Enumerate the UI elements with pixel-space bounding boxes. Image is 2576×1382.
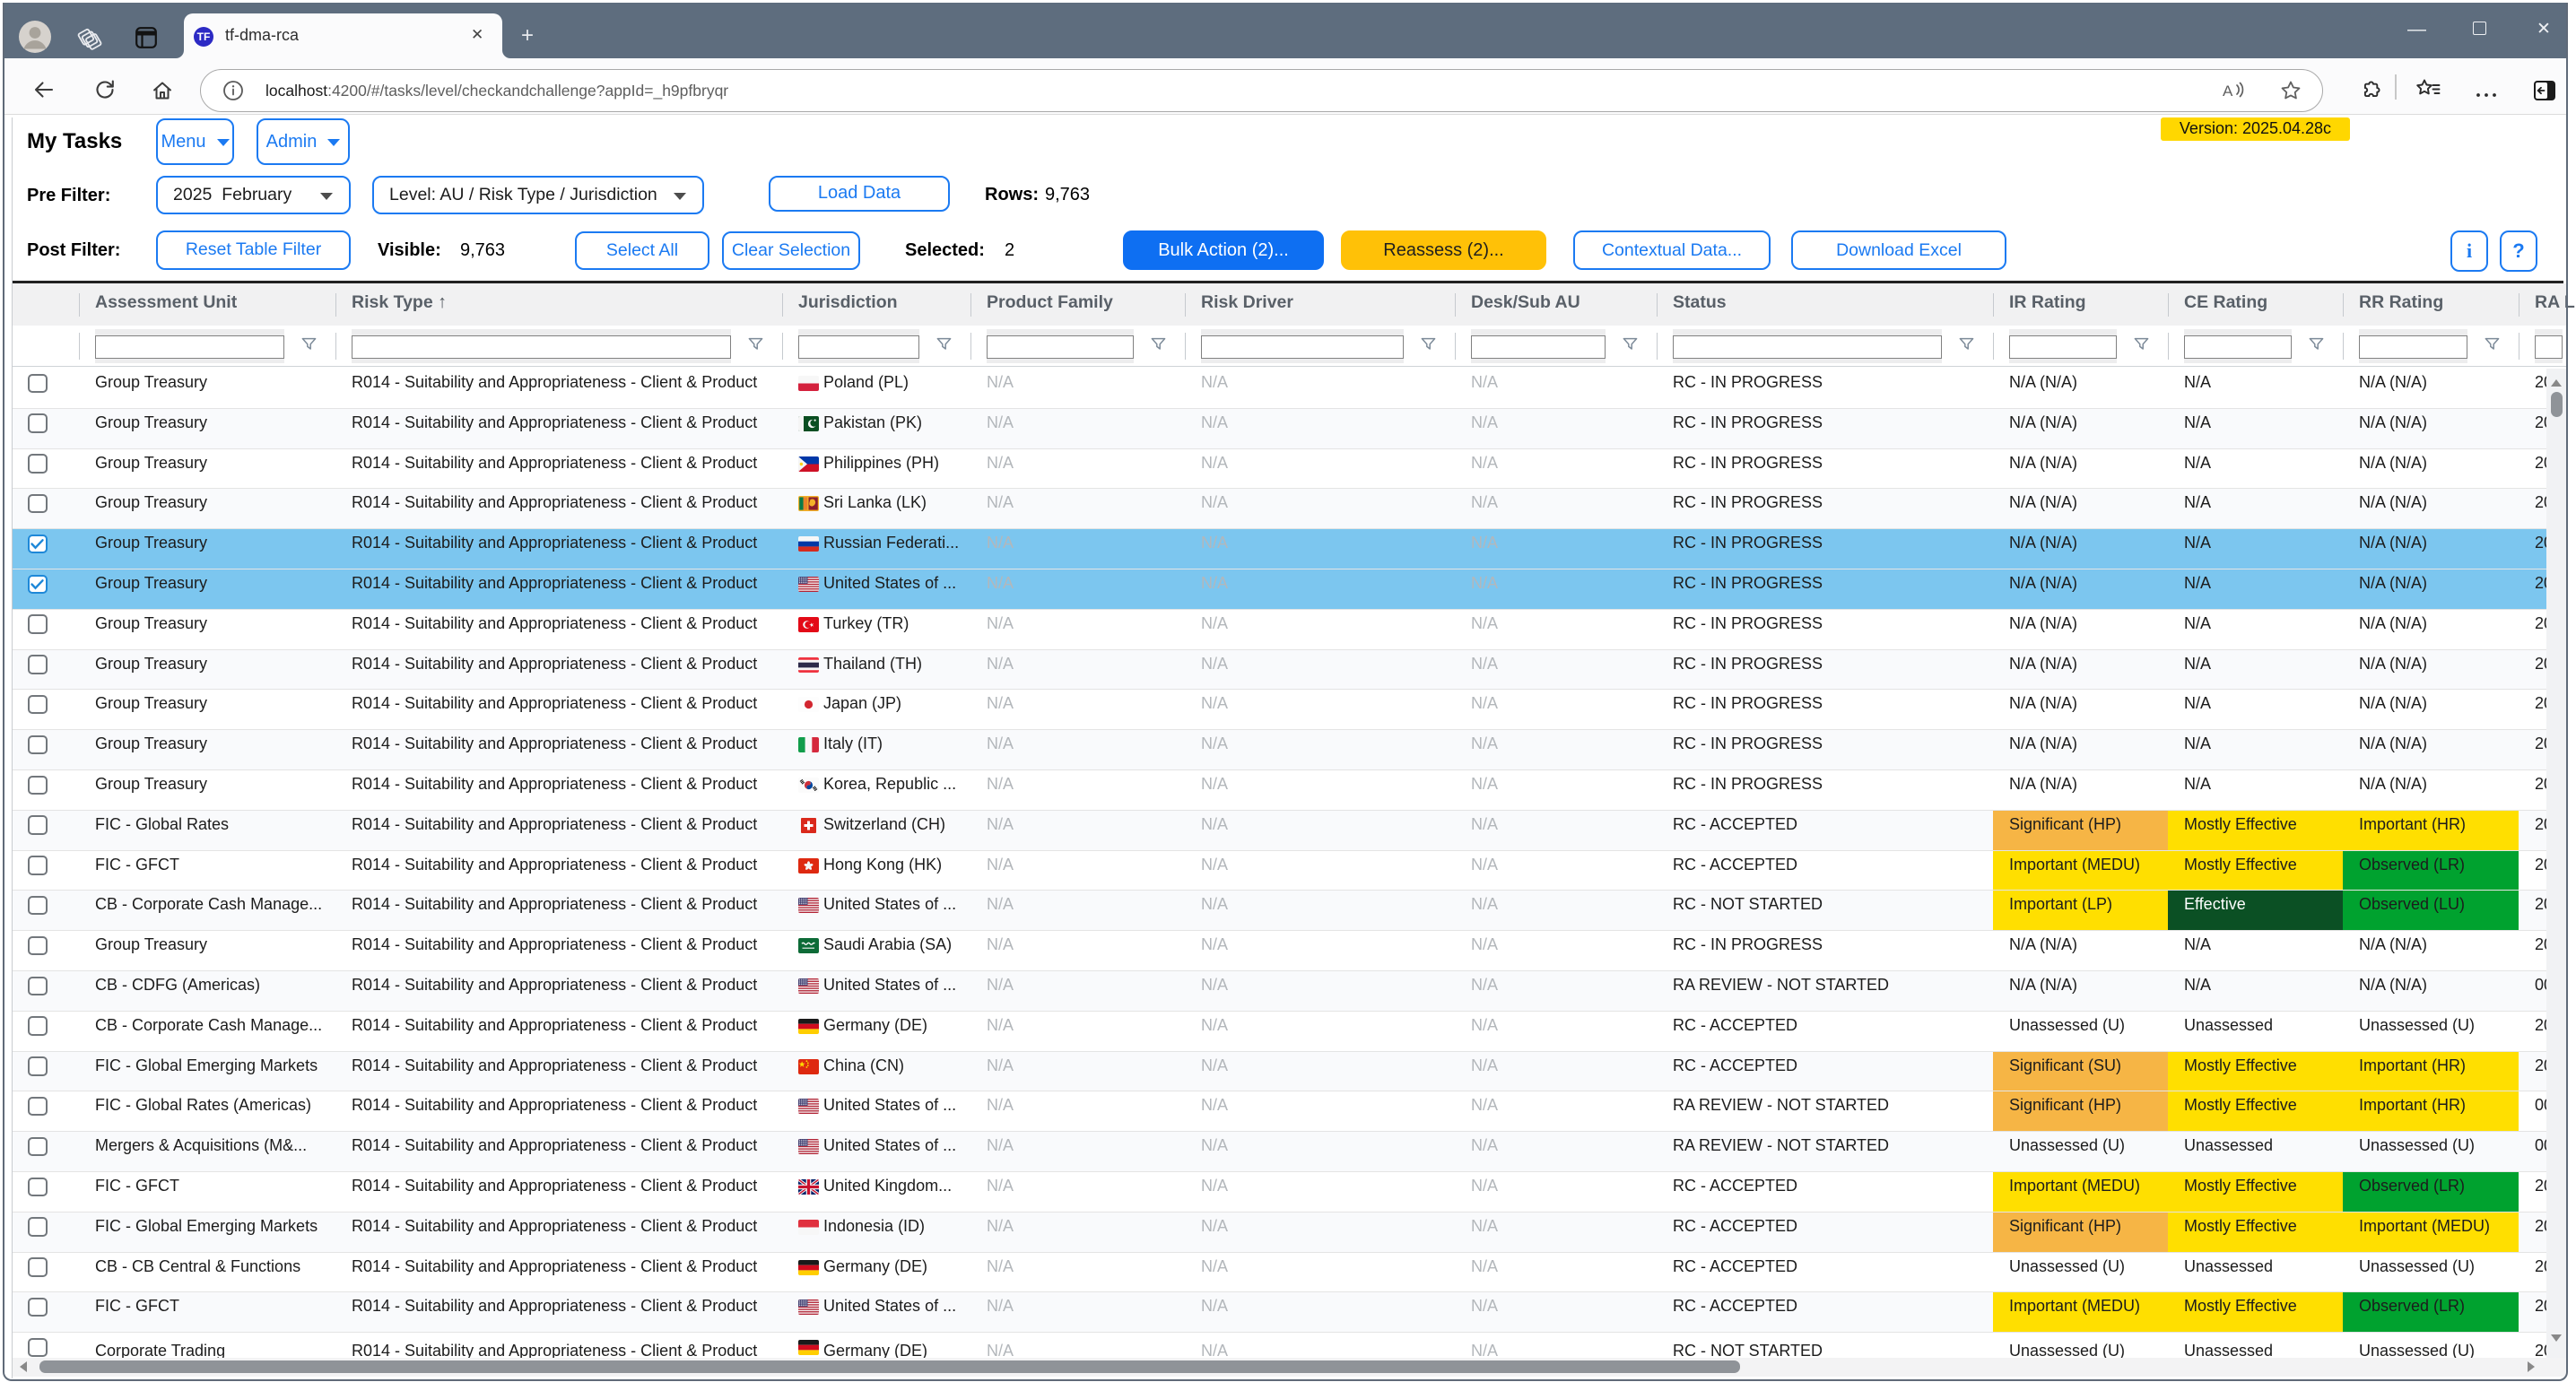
svg-text:A: A bbox=[2223, 83, 2233, 100]
